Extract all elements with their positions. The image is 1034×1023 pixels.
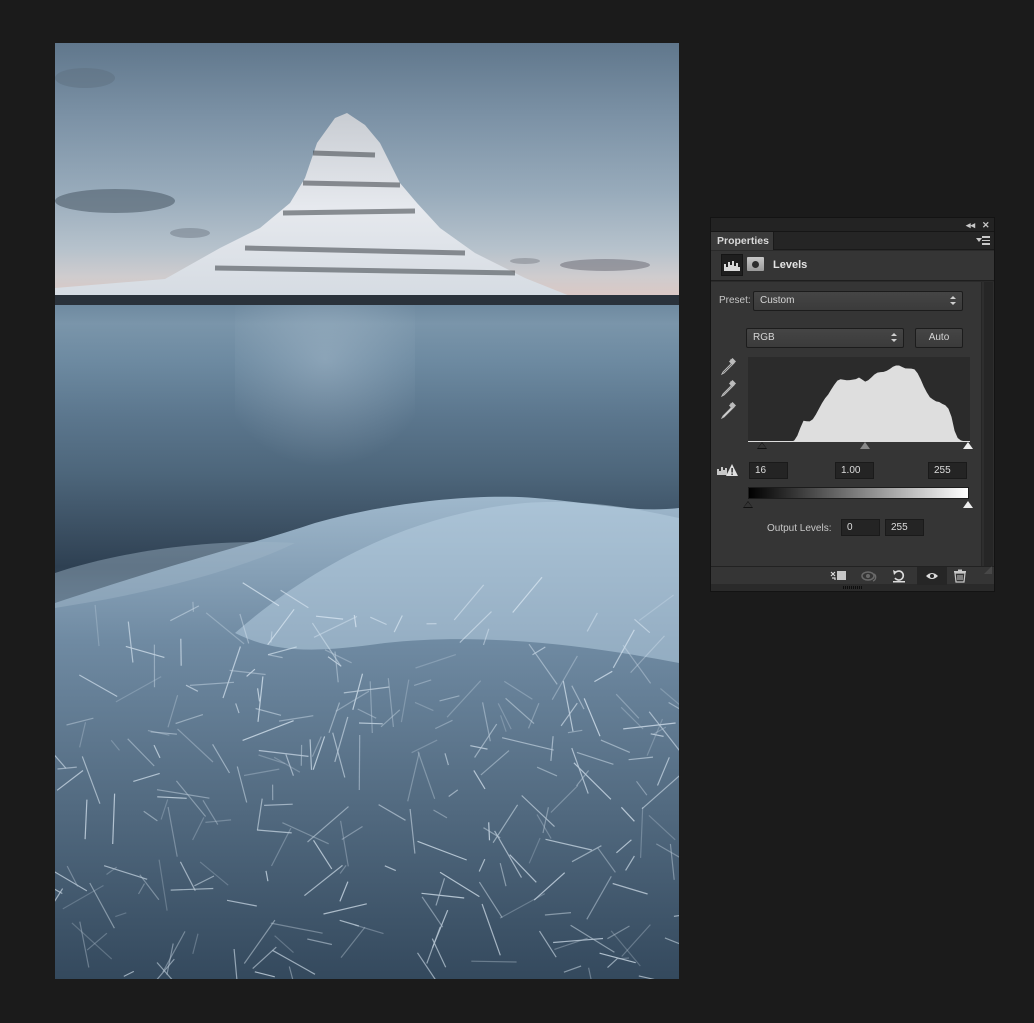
input-gamma-slider[interactable] xyxy=(860,442,870,449)
clip-to-layer-icon xyxy=(830,571,846,580)
delete-adjustment-button[interactable] xyxy=(947,567,973,585)
layer-mask-icon[interactable] xyxy=(747,257,764,271)
black-point-eyedropper-icon[interactable] xyxy=(720,357,737,376)
panel-scrollbar[interactable] xyxy=(981,282,994,566)
input-black-point-slider[interactable] xyxy=(757,442,767,449)
photo-artwork xyxy=(55,68,679,979)
input-gamma-field[interactable]: 1.00 xyxy=(835,462,874,479)
toggle-visibility-button[interactable] xyxy=(917,567,947,585)
gray-point-eyedropper-icon[interactable] xyxy=(720,379,737,398)
canvas-image[interactable] xyxy=(55,43,679,979)
ice-crystal-stroke xyxy=(618,957,630,960)
auto-button[interactable]: Auto xyxy=(915,328,963,348)
water-reflection xyxy=(235,305,415,485)
output-white-slider[interactable] xyxy=(963,501,973,508)
preset-dropdown[interactable]: Custom xyxy=(753,291,963,311)
output-black-slider[interactable] xyxy=(743,501,753,508)
eye-previous-icon xyxy=(861,571,877,582)
shoreline xyxy=(55,295,679,305)
output-black-field[interactable]: 0 xyxy=(841,519,880,536)
panel-title-bar[interactable]: ◂◂ ✕ xyxy=(711,218,994,232)
cloud xyxy=(510,258,540,264)
double-chevron-left-icon[interactable]: ◂◂ xyxy=(966,219,975,231)
adjustment-header: Levels xyxy=(711,251,994,281)
input-white-field[interactable]: 255 xyxy=(928,462,967,479)
reset-adjustments-button[interactable] xyxy=(886,567,912,585)
ice-crystal-stroke xyxy=(358,722,383,725)
panel-menu-icon[interactable] xyxy=(976,235,990,246)
panel-body: Preset: Custom RGB Auto 16 1.00 255 Outp… xyxy=(711,282,981,567)
preset-value: Custom xyxy=(760,295,795,306)
dropdown-arrows-icon xyxy=(891,333,897,343)
preset-label: Preset: xyxy=(719,295,751,306)
channel-dropdown[interactable]: RGB xyxy=(746,328,904,348)
histogram-baseline xyxy=(748,441,970,442)
channel-value: RGB xyxy=(753,332,775,343)
trash-icon xyxy=(954,569,966,583)
panel-dock-grip[interactable] xyxy=(843,586,863,589)
reset-icon xyxy=(893,570,905,583)
close-icon[interactable]: ✕ xyxy=(982,219,990,231)
panel-footer xyxy=(711,566,994,585)
panel-tab-row: Properties xyxy=(711,232,994,250)
cloud xyxy=(170,228,210,238)
output-levels-label: Output Levels: xyxy=(767,523,832,534)
ice-crystal-stroke xyxy=(192,601,194,612)
levels-histogram xyxy=(748,357,970,442)
clip-to-layer-button[interactable] xyxy=(826,567,852,585)
cloud xyxy=(55,68,115,88)
dropdown-arrows-icon xyxy=(950,296,956,306)
eye-icon xyxy=(926,573,938,579)
white-point-eyedropper-icon[interactable] xyxy=(720,401,737,420)
output-gradient-bar xyxy=(748,487,969,499)
clipping-warning-icon[interactable] xyxy=(717,463,739,477)
panel-resize-grip[interactable] xyxy=(984,566,992,574)
cloud xyxy=(560,259,650,271)
input-white-point-slider[interactable] xyxy=(963,442,973,449)
tab-properties[interactable]: Properties xyxy=(711,232,774,250)
view-previous-state-button[interactable] xyxy=(856,567,882,585)
properties-panel: ◂◂ ✕ Properties Levels Preset: Custom RG… xyxy=(710,217,995,592)
input-black-field[interactable]: 16 xyxy=(749,462,788,479)
histogram-area xyxy=(748,365,970,442)
ice-crystal-stroke xyxy=(471,960,517,963)
output-white-field[interactable]: 255 xyxy=(885,519,924,536)
cloud xyxy=(55,189,175,213)
levels-histogram-icon[interactable] xyxy=(721,254,743,276)
adjustment-title: Levels xyxy=(773,259,808,271)
scrollbar-thumb[interactable] xyxy=(984,282,993,566)
